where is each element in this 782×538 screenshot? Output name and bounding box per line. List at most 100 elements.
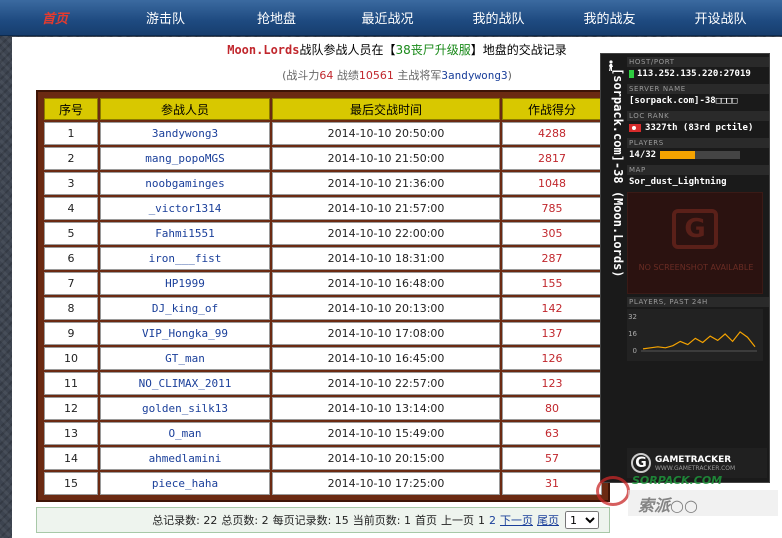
nav-item-my-comrades[interactable]: 我的战友: [554, 8, 665, 27]
table-row: 2 mang_popoMGS 2014-10-10 21:50:00 2817: [44, 147, 602, 170]
row-player[interactable]: 3andywong3: [100, 122, 270, 145]
row-time: 2014-10-10 21:36:00: [272, 172, 500, 195]
row-no: 7: [44, 272, 98, 295]
row-player[interactable]: iron___fist: [100, 247, 270, 270]
row-score: 57: [502, 447, 602, 470]
row-player[interactable]: DJ_king_of: [100, 297, 270, 320]
table-row: 5 Fahmi1551 2014-10-10 22:00:00 305: [44, 222, 602, 245]
row-no: 10: [44, 347, 98, 370]
row-time: 2014-10-10 15:49:00: [272, 422, 500, 445]
row-no: 6: [44, 247, 98, 270]
row-time: 2014-10-10 20:15:00: [272, 447, 500, 470]
nav-item-create-team[interactable]: 开设战队: [665, 8, 776, 27]
chart-tick-0: 0: [633, 347, 637, 355]
row-player[interactable]: Fahmi1551: [100, 222, 270, 245]
row-time: 2014-10-10 16:45:00: [272, 347, 500, 370]
row-player[interactable]: mang_popoMGS: [100, 147, 270, 170]
row-score: 126: [502, 347, 602, 370]
prev-page-link[interactable]: 上一页: [441, 512, 474, 528]
records-per-page: 每页记录数: 15: [272, 514, 349, 527]
row-no: 14: [44, 447, 98, 470]
row-no: 4: [44, 197, 98, 220]
chart-tick-16: 16: [628, 330, 637, 338]
row-player[interactable]: HP1999: [100, 272, 270, 295]
nav-item-guerrilla[interactable]: 游击队: [110, 8, 221, 27]
row-player[interactable]: NO_CLIMAX_2011: [100, 372, 270, 395]
row-no: 2: [44, 147, 98, 170]
title-text-2: 】地盘的交战记录: [470, 43, 567, 57]
next-page-link[interactable]: 下一页: [500, 512, 533, 528]
row-score: 63: [502, 422, 602, 445]
table-row: 13 O_man 2014-10-10 15:49:00 63: [44, 422, 602, 445]
gt-host-value: 113.252.135.220:27019: [637, 69, 751, 79]
row-time: 2014-10-10 18:31:00: [272, 247, 500, 270]
players-bar: [660, 150, 741, 159]
table-row: 12 golden_silk13 2014-10-10 13:14:00 80: [44, 397, 602, 420]
gt-footer[interactable]: G GAMETRACKER WWW.GAMETRACKER.COM: [627, 448, 767, 478]
row-player[interactable]: VIP_Hongka_99: [100, 322, 270, 345]
row-time: 2014-10-10 21:50:00: [272, 147, 500, 170]
row-no: 11: [44, 372, 98, 395]
nav-item-recent-battles[interactable]: 最近战况: [332, 8, 443, 27]
total-pages: 总页数: 2: [221, 514, 269, 527]
row-score: 305: [502, 222, 602, 245]
table-row: 7 HP1999 2014-10-10 16:48:00 155: [44, 272, 602, 295]
row-no: 1: [44, 122, 98, 145]
total-records: 总记录数: 22: [152, 514, 218, 527]
gt-server-label: SERVER NAME: [627, 84, 769, 94]
row-score: 2817: [502, 147, 602, 170]
row-player[interactable]: _victor1314: [100, 197, 270, 220]
row-player[interactable]: piece_haha: [100, 472, 270, 495]
gt-footer-texts: GAMETRACKER WWW.GAMETRACKER.COM: [655, 455, 735, 472]
row-score: 155: [502, 272, 602, 295]
site-logo[interactable]: 首页: [0, 8, 110, 27]
current-page: 当前页数: 1: [352, 514, 411, 527]
team-power: 64: [319, 69, 334, 82]
row-score: 4288: [502, 122, 602, 145]
gametracker-widget[interactable]: [sorpack.com]-38 (Moon.Lords) HOST/PORT …: [600, 53, 770, 483]
row-time: 2014-10-10 22:00:00: [272, 222, 500, 245]
gt-url: WWW.GAMETRACKER.COM: [655, 464, 736, 472]
row-player[interactable]: ahmedlamini: [100, 447, 270, 470]
player-icon: [605, 60, 619, 74]
row-player[interactable]: golden_silk13: [100, 397, 270, 420]
gametracker-logo-icon: G: [672, 209, 718, 249]
row-time: 2014-10-10 22:57:00: [272, 372, 500, 395]
header-no: 序号: [44, 98, 98, 120]
row-score: 123: [502, 372, 602, 395]
table-row: 10 GT_man 2014-10-10 16:45:00 126: [44, 347, 602, 370]
players-chart: 32 16 0: [627, 309, 763, 361]
gt-rank: 3327th (83rd pctile): [627, 121, 769, 135]
row-player[interactable]: O_man: [100, 422, 270, 445]
players-bar-fill: [660, 150, 696, 159]
page-2-link[interactable]: 2: [489, 514, 496, 527]
gametracker-brand-icon: G: [631, 453, 651, 473]
commander-name[interactable]: 3andywong3: [441, 69, 507, 82]
page-select[interactable]: 1: [565, 511, 599, 529]
row-player[interactable]: GT_man: [100, 347, 270, 370]
table-row: 15 piece_haha 2014-10-10 17:25:00 31: [44, 472, 602, 495]
first-page-link[interactable]: 首页: [415, 512, 437, 528]
server-name[interactable]: 38丧尸升级服: [395, 43, 470, 57]
page-1-link[interactable]: 1: [478, 514, 485, 527]
nav-item-my-team[interactable]: 我的战队: [443, 8, 554, 27]
table-row: 4 _victor1314 2014-10-10 21:57:00 785: [44, 197, 602, 220]
row-time: 2014-10-10 17:08:00: [272, 322, 500, 345]
row-no: 3: [44, 172, 98, 195]
table-row: 14 ahmedlamini 2014-10-10 20:15:00 57: [44, 447, 602, 470]
row-time: 2014-10-10 17:25:00: [272, 472, 500, 495]
row-score: 1048: [502, 172, 602, 195]
table-row: 6 iron___fist 2014-10-10 18:31:00 287: [44, 247, 602, 270]
nav-item-grab-territory[interactable]: 抢地盘: [221, 8, 332, 27]
table-row: 11 NO_CLIMAX_2011 2014-10-10 22:57:00 123: [44, 372, 602, 395]
team-name[interactable]: Moon.Lords: [227, 43, 299, 57]
gt-map: Sor_dust_Lightning: [629, 177, 727, 187]
row-score: 80: [502, 397, 602, 420]
last-page-link[interactable]: 尾页: [537, 512, 559, 528]
row-player[interactable]: noobgaminges: [100, 172, 270, 195]
header-player: 参战人员: [100, 98, 270, 120]
gt-chart-label: PLAYERS, PAST 24H: [627, 297, 769, 307]
row-score: 137: [502, 322, 602, 345]
header-last-battle-time: 最后交战时间: [272, 98, 500, 120]
hong-kong-flag-icon: [629, 123, 641, 132]
